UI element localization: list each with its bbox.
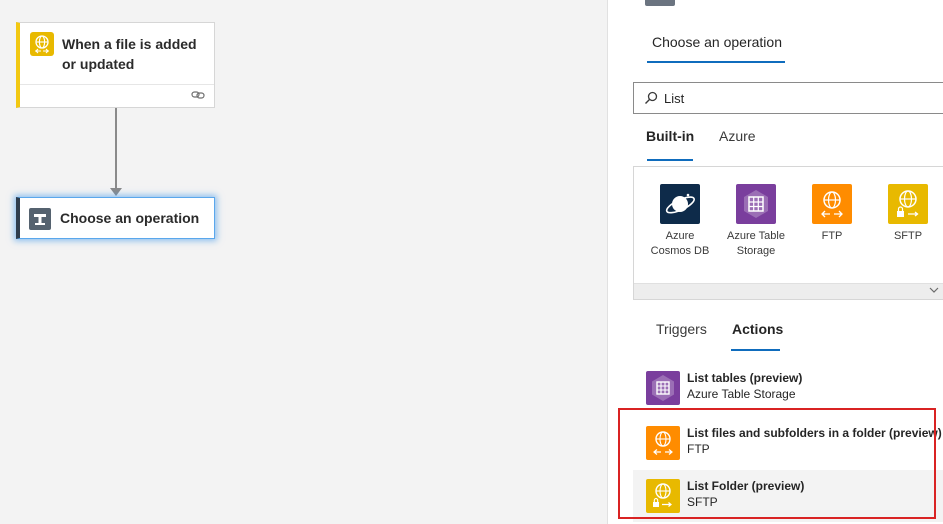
search-input[interactable] <box>664 89 934 107</box>
connector-label: FTP <box>821 230 843 242</box>
connector-azure-cosmos-db[interactable]: Azure Cosmos DB <box>644 184 716 259</box>
link-icon[interactable] <box>191 88 205 102</box>
table-icon <box>736 184 776 224</box>
search-box[interactable] <box>633 82 943 114</box>
search-icon <box>644 91 658 105</box>
ftp-globe-icon <box>646 426 680 460</box>
trigger-title: When a file is added or updated <box>62 36 197 72</box>
list-item[interactable]: List files and subfolders in a folder (p… <box>633 417 943 469</box>
tab-built-in[interactable]: Built-in <box>646 128 694 144</box>
connector-label: SFTP <box>893 230 923 242</box>
panel-header-icon <box>645 0 675 6</box>
chevron-down-icon <box>929 285 939 295</box>
action-name: List tables (preview) <box>687 371 803 385</box>
tab-triggers[interactable]: Triggers <box>656 321 707 337</box>
operation-icon <box>29 208 51 230</box>
list-item[interactable]: List Folder (preview) SFTP <box>633 470 943 522</box>
tab-actions[interactable]: Actions <box>732 321 783 337</box>
panel-title: Choose an operation <box>652 34 782 50</box>
connector-grid: Azure Cosmos DB Azure Table Storage FTP … <box>633 166 943 300</box>
connector-label: Azure Table Storage <box>727 230 785 257</box>
tab-active-underline <box>647 159 693 161</box>
list-item[interactable]: List tables (preview) Azure Table Storag… <box>633 362 943 414</box>
planet-icon <box>660 184 700 224</box>
connector-sftp[interactable]: SFTP <box>872 184 943 244</box>
expand-connectors-bar[interactable] <box>634 283 943 299</box>
subtab-active-underline <box>731 349 780 351</box>
action-name: List files and subfolders in a folder (p… <box>687 426 942 440</box>
choose-operation-title: Choose an operation <box>60 210 200 226</box>
connector-label: Azure Cosmos DB <box>650 230 710 257</box>
action-connector: FTP <box>687 442 710 456</box>
connector-azure-table-storage[interactable]: Azure Table Storage <box>720 184 792 259</box>
designer-canvas: When a file is added or updated Choose a… <box>0 0 606 524</box>
flow-connector <box>115 108 117 190</box>
flow-arrow-icon <box>110 188 122 196</box>
action-name: List Folder (preview) <box>687 479 805 493</box>
operation-panel: Choose an operation Built-in Azure Azure… <box>607 0 943 524</box>
sftp-globe-lock-icon <box>888 184 928 224</box>
action-connector: SFTP <box>687 495 718 509</box>
ftp-globe-icon <box>30 32 54 56</box>
trigger-card-header: When a file is added or updated <box>20 23 214 85</box>
trigger-card[interactable]: When a file is added or updated <box>16 22 215 108</box>
action-connector: Azure Table Storage <box>687 387 796 401</box>
panel-title-underline <box>647 61 785 63</box>
choose-operation-card[interactable]: Choose an operation <box>16 197 215 239</box>
tab-azure[interactable]: Azure <box>719 128 756 144</box>
table-icon <box>646 371 680 405</box>
ftp-globe-icon <box>812 184 852 224</box>
sftp-globe-lock-icon <box>646 479 680 513</box>
connector-ftp[interactable]: FTP <box>796 184 868 244</box>
